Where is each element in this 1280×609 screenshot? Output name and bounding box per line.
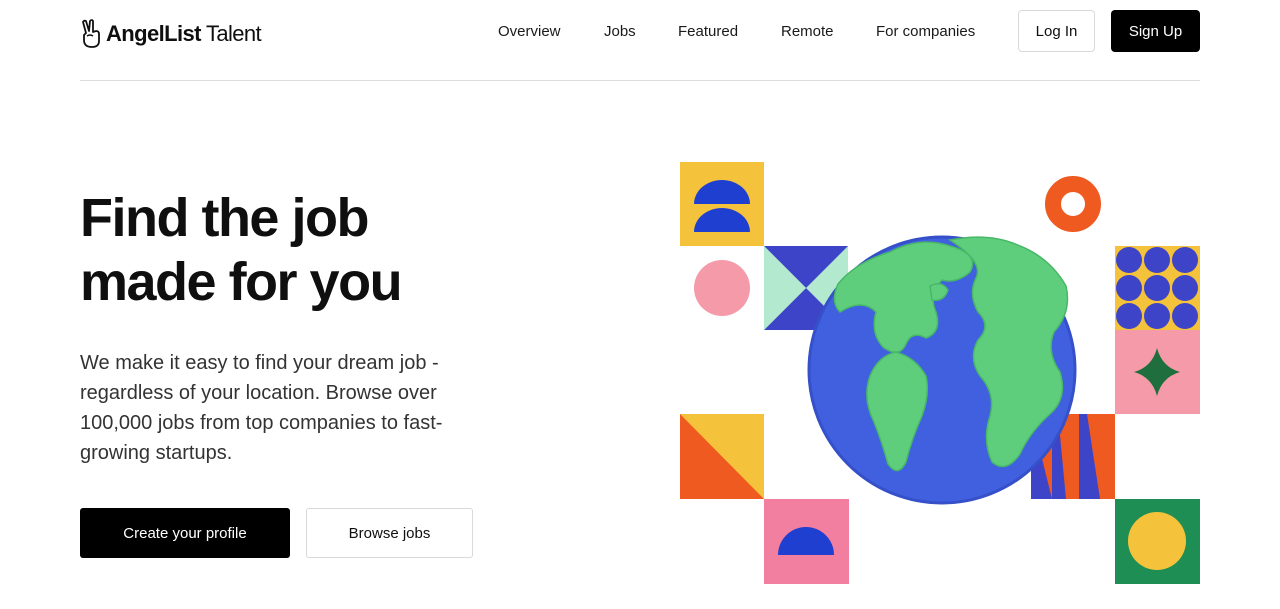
- hero-subtitle: We make it easy to find your dream job -…: [80, 352, 443, 464]
- nav-for-companies[interactable]: For companies: [876, 23, 975, 40]
- hero-title-line-1: Find the job: [80, 188, 369, 248]
- globe: [807, 235, 1077, 505]
- hero-title-line-2: made for you: [80, 252, 403, 312]
- tile-star: [1115, 330, 1200, 414]
- login-button[interactable]: Log In: [1018, 10, 1095, 52]
- hero-illustration: [680, 162, 1200, 584]
- browse-jobs-button[interactable]: Browse jobs: [306, 508, 473, 558]
- hero-title: Find the job made for you: [80, 186, 500, 314]
- nav-overview[interactable]: Overview: [498, 23, 561, 40]
- tile-dots: [1115, 246, 1200, 330]
- tile-yellow-domes: [680, 162, 764, 246]
- brand-logo[interactable]: AngelList Talent: [80, 18, 262, 50]
- orange-ring: [1045, 176, 1101, 232]
- tile-triangle: [680, 414, 764, 499]
- nav-jobs[interactable]: Jobs: [604, 23, 636, 40]
- pink-circle: [694, 260, 750, 316]
- nav-remote[interactable]: Remote: [781, 23, 834, 40]
- nav-featured[interactable]: Featured: [678, 23, 738, 40]
- tile-pink-dome: [764, 499, 849, 584]
- site-header: AngelList Talent Overview Jobs Featured …: [80, 0, 1200, 81]
- create-profile-button[interactable]: Create your profile: [80, 508, 290, 558]
- tile-green-circle: [1115, 499, 1200, 584]
- brand-name: AngelList Talent: [106, 21, 262, 46]
- peace-hand-icon: [82, 19, 100, 48]
- signup-button[interactable]: Sign Up: [1111, 10, 1200, 52]
